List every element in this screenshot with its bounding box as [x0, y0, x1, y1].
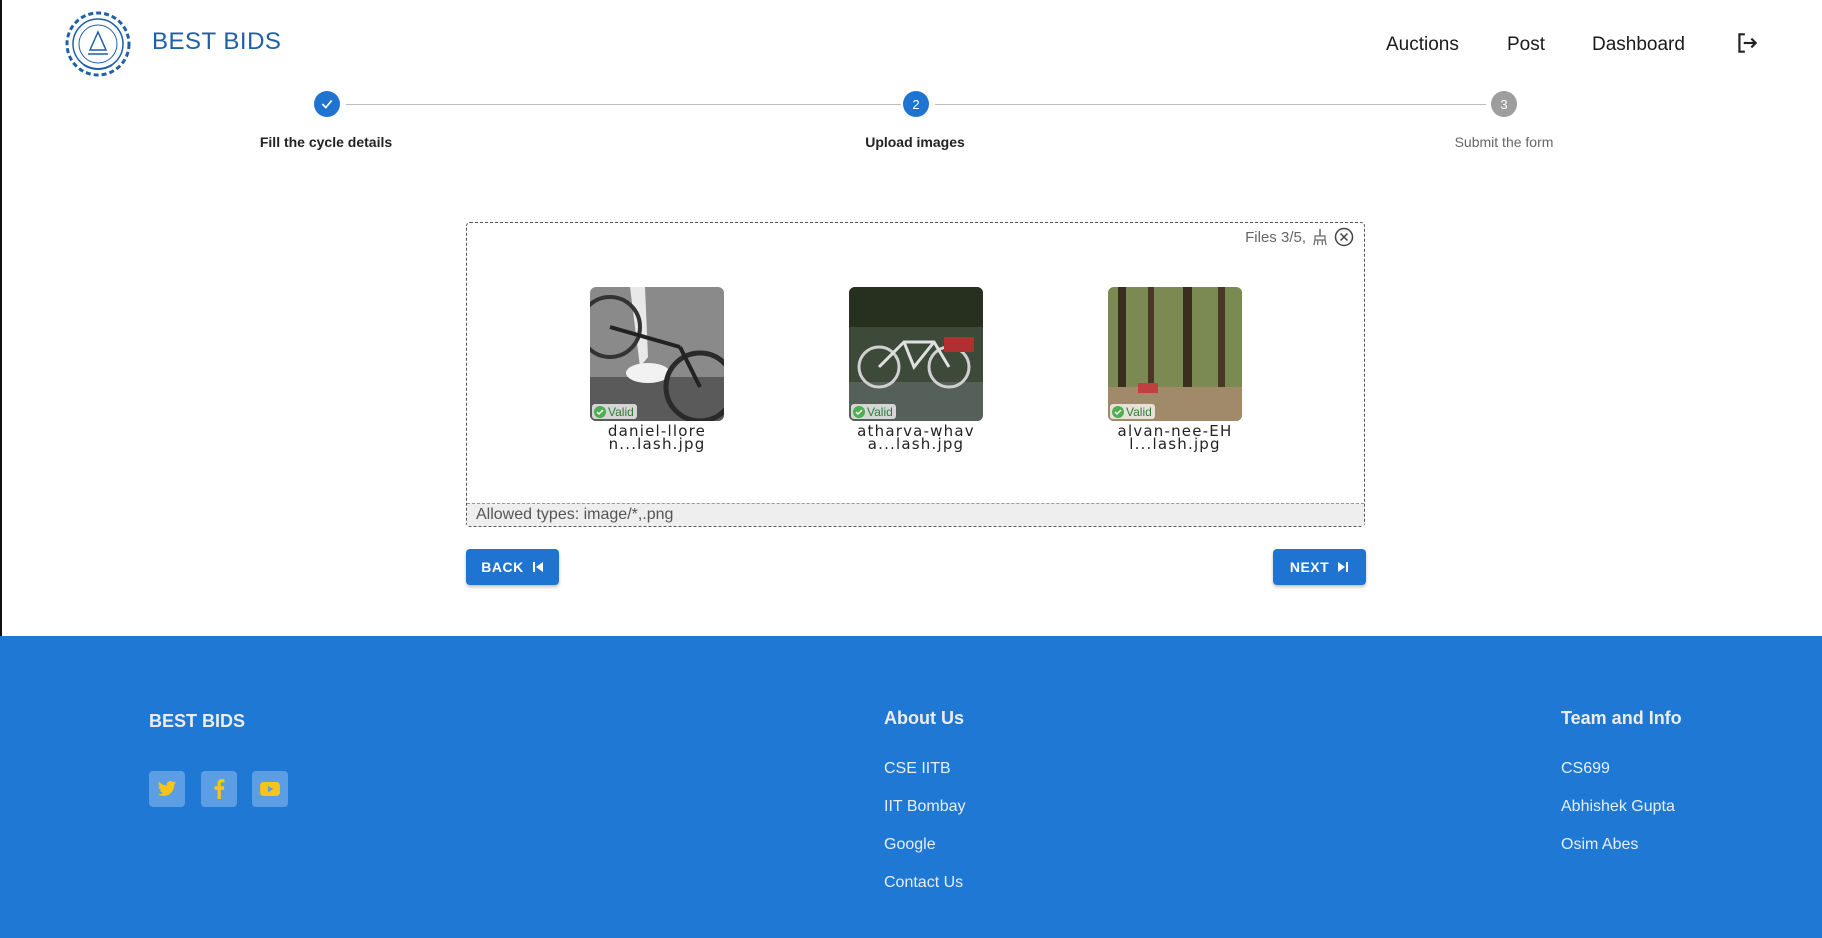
- files-count: Files 3/5,: [1245, 228, 1306, 246]
- clear-all-icon[interactable]: [1334, 227, 1354, 247]
- twitter-icon[interactable]: [149, 771, 185, 807]
- file-name-line: n...lash.jpg: [608, 435, 706, 453]
- skip-previous-icon: [532, 562, 543, 572]
- valid-label: Valid: [608, 404, 634, 419]
- iitb-logo[interactable]: [64, 10, 132, 78]
- step-3-indicator: 3: [1491, 91, 1517, 117]
- file-thumbnail[interactable]: Valid: [590, 287, 724, 421]
- form-stepper: Fill the cycle details 2 Upload images 3…: [0, 90, 1822, 160]
- footer-link-contact-us[interactable]: Contact Us: [884, 874, 963, 892]
- step-connector: [346, 104, 901, 105]
- youtube-icon[interactable]: [252, 771, 288, 807]
- team-info-heading: Team and Info: [1561, 708, 1682, 728]
- footer-link-cse-iitb[interactable]: CSE IITB: [884, 760, 951, 778]
- back-button[interactable]: BACK: [466, 549, 559, 585]
- about-us-heading: About Us: [884, 708, 964, 728]
- footer-link-iit-bombay[interactable]: IIT Bombay: [884, 798, 966, 816]
- valid-label: Valid: [867, 404, 893, 419]
- dropzone-header: Files 3/5,: [1245, 227, 1354, 247]
- next-button[interactable]: NEXT: [1273, 549, 1366, 585]
- valid-badge: Valid: [1110, 404, 1155, 419]
- next-button-label: NEXT: [1289, 559, 1330, 575]
- brand-title[interactable]: BEST BIDS: [152, 28, 281, 56]
- footer-link-cs699[interactable]: CS699: [1561, 760, 1610, 778]
- file-item[interactable]: Valid atharva-whav a...lash.jpg: [849, 287, 983, 453]
- footer-brand: BEST BIDS: [149, 711, 246, 731]
- step-connector: [935, 104, 1486, 105]
- file-name-line: a...lash.jpg: [867, 435, 965, 453]
- step-2-label: Upload images: [865, 134, 965, 150]
- image-dropzone[interactable]: Files 3/5, Valid daniel-llore n...lash.j…: [466, 222, 1365, 527]
- valid-badge: Valid: [592, 404, 637, 419]
- step-3-label: Submit the form: [1454, 134, 1554, 150]
- step-1-label: Fill the cycle details: [259, 134, 393, 150]
- file-thumbnail[interactable]: Valid: [849, 287, 983, 421]
- clean-icon[interactable]: [1310, 227, 1330, 247]
- file-item[interactable]: Valid alvan-nee-EH l...lash.jpg: [1108, 287, 1242, 452]
- footer-link-osim-abes[interactable]: Osim Abes: [1561, 836, 1638, 854]
- valid-badge: Valid: [851, 404, 896, 419]
- footer-link-abhishek-gupta[interactable]: Abhishek Gupta: [1561, 798, 1675, 816]
- step-2-indicator: 2: [903, 91, 929, 117]
- nav-post[interactable]: Post: [1507, 34, 1545, 56]
- file-name: daniel-llore n...lash.jpg: [590, 424, 724, 453]
- top-navbar: BEST BIDS Auctions Post Dashboard: [0, 0, 1822, 88]
- file-item[interactable]: Valid daniel-llore n...lash.jpg: [590, 287, 724, 453]
- step-1-check-icon: [314, 91, 340, 117]
- nav-auctions[interactable]: Auctions: [1386, 34, 1459, 56]
- nav-dashboard[interactable]: Dashboard: [1592, 34, 1685, 56]
- valid-label: Valid: [1126, 404, 1152, 419]
- file-name: atharva-whav a...lash.jpg: [849, 424, 983, 453]
- footer-link-google[interactable]: Google: [884, 836, 936, 854]
- file-name: alvan-nee-EH l...lash.jpg: [1108, 424, 1242, 452]
- allowed-types-label: Allowed types: image/*,.png: [467, 503, 1364, 526]
- site-footer: BEST BIDS About Us CSE IITB IIT Bombay G…: [0, 636, 1822, 938]
- logout-icon[interactable]: [1734, 30, 1760, 56]
- skip-next-icon: [1338, 562, 1349, 572]
- facebook-icon[interactable]: [201, 771, 237, 807]
- back-button-label: BACK: [481, 559, 524, 575]
- file-thumbnail[interactable]: Valid: [1108, 287, 1242, 421]
